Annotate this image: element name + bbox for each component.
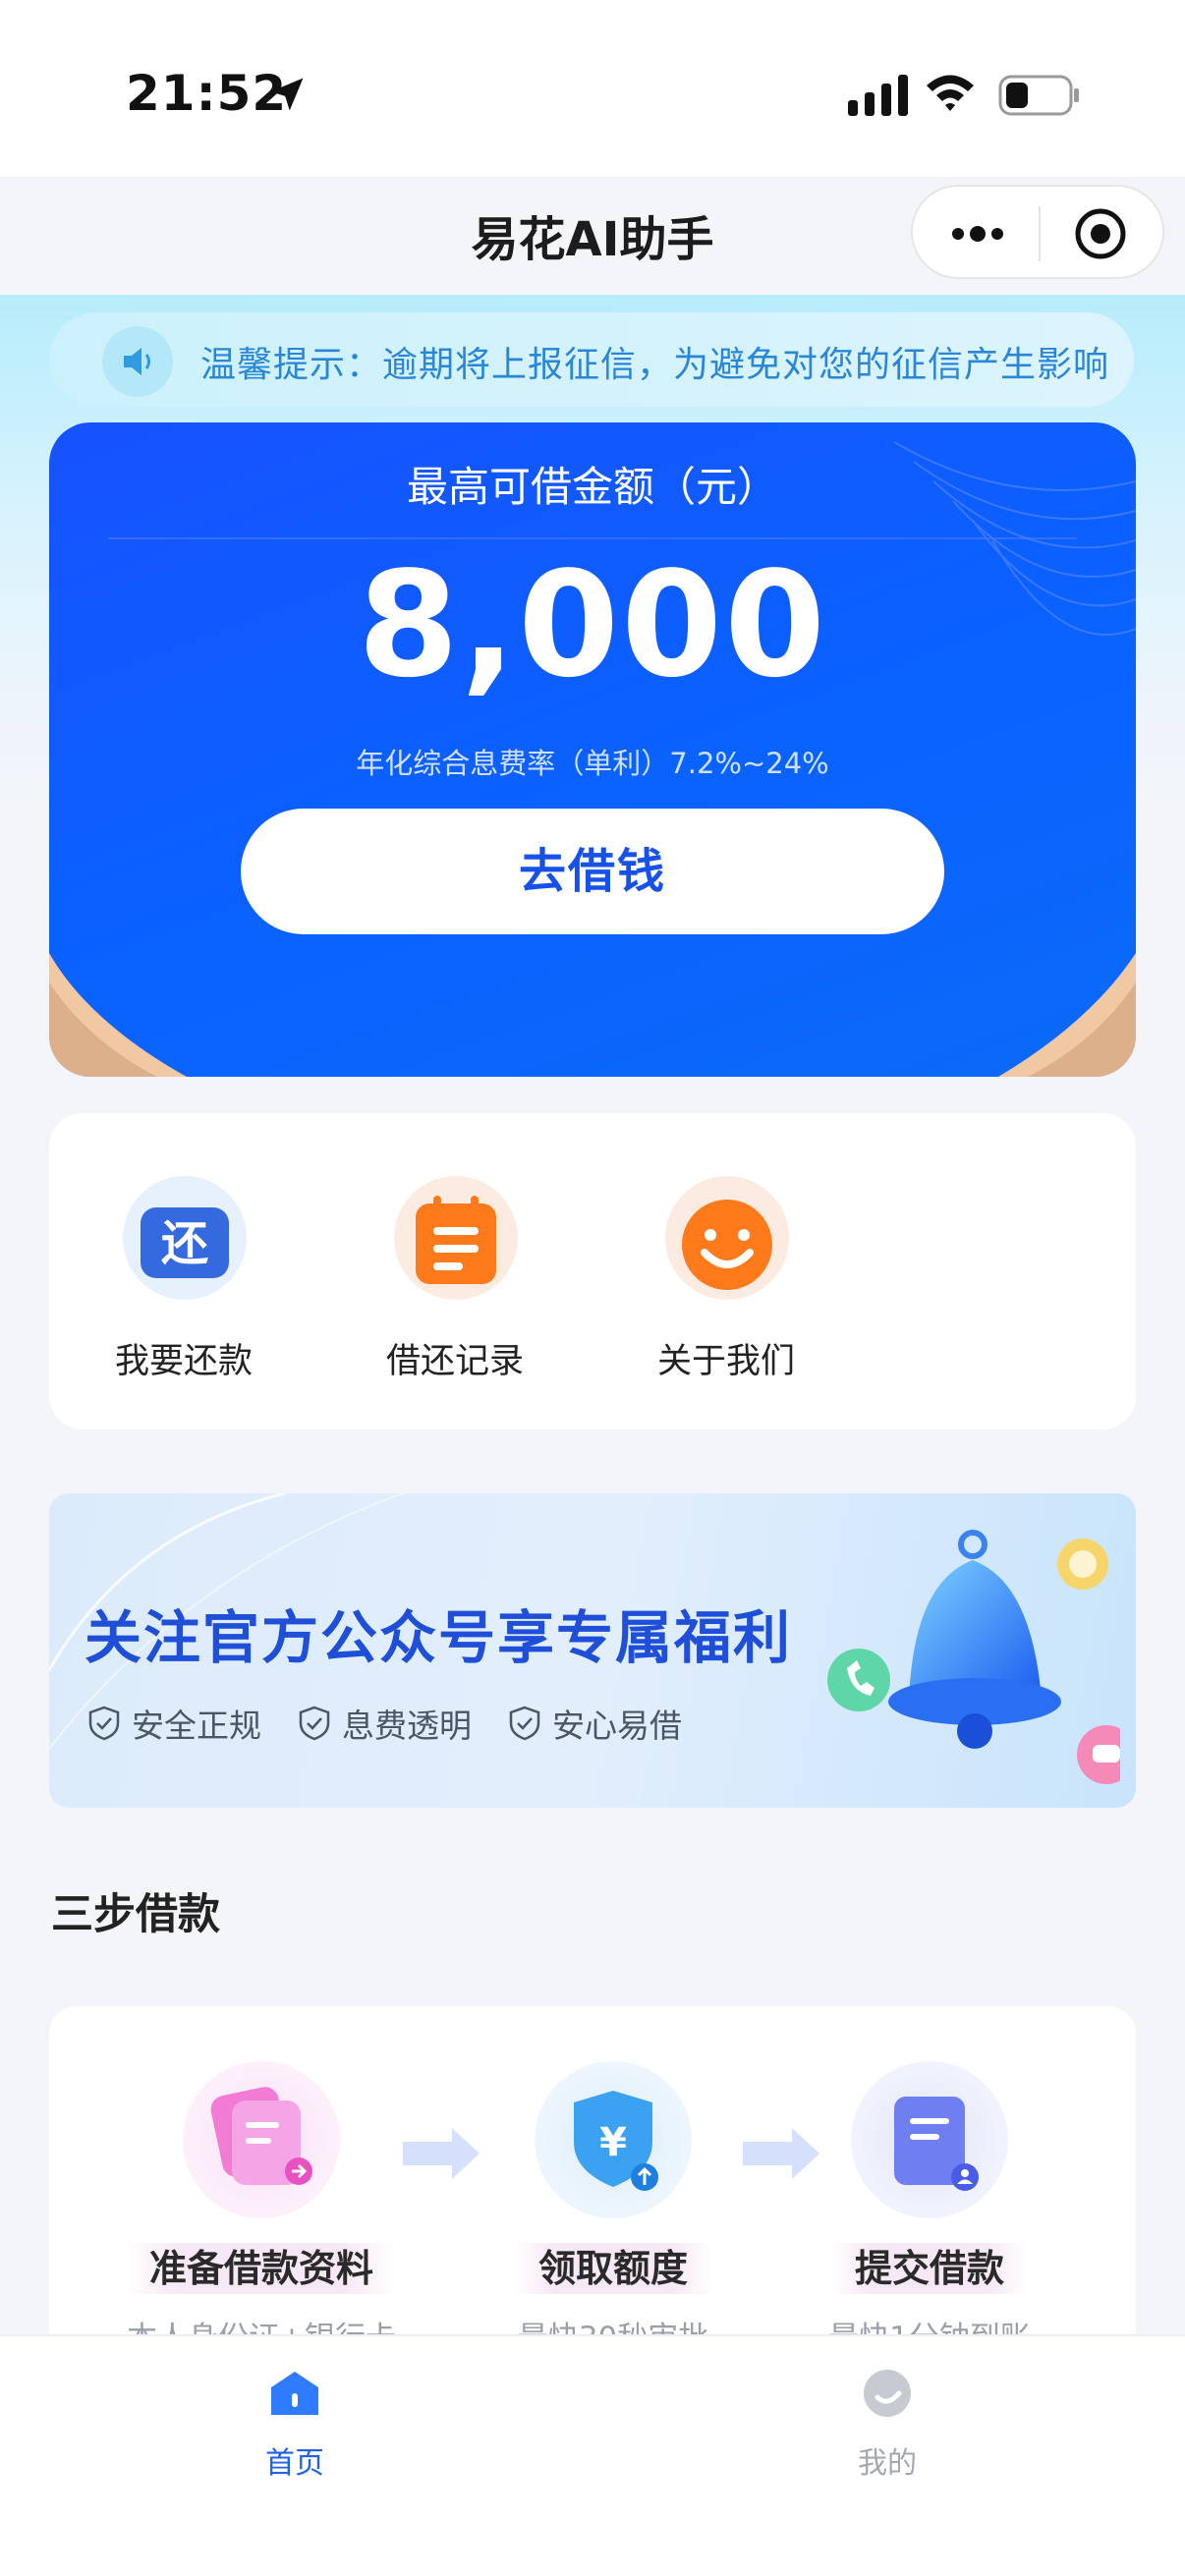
close-miniprogram-icon[interactable] [1073, 206, 1128, 261]
quick-action-about[interactable]: 关于我们 [628, 1176, 824, 1392]
quick-action-label: 我要还款 [114, 1342, 253, 1381]
loan-card: 最高可借金额（元） 8,000 年化综合息费率（单利）7.2%~24% 去借钱 [49, 422, 1136, 1077]
document-icon [183, 2061, 340, 2218]
profile-icon [864, 2370, 911, 2417]
svg-text:¥: ¥ [599, 2120, 627, 2165]
repay-icon: 还 [123, 1176, 247, 1300]
status-bar: 21:52 [0, 0, 1185, 177]
more-icon[interactable] [948, 214, 1007, 253]
banner-title: 关注官方公众号享专属福利 [85, 1604, 793, 1671]
loan-amount: 8,000 [357, 540, 828, 709]
bottom-tab-bar: 首页 我的 [0, 2334, 1185, 2576]
shield-check-icon [88, 1706, 120, 1741]
miniprogram-capsule [911, 185, 1164, 279]
step-label: 领取额度 [466, 2238, 761, 2294]
tab-mine[interactable]: 我的 [740, 2366, 1035, 2493]
bell-icon [827, 1530, 1120, 1784]
home-icon [271, 2372, 318, 2415]
banner-tag-text: 安全正规 [132, 1707, 261, 1745]
shield-check-icon [299, 1706, 330, 1741]
step-label-text: 提交借款 [830, 2243, 1028, 2294]
battery-icon [998, 75, 1079, 116]
quick-action-label: 借还记录 [385, 1342, 524, 1381]
notice-text: 温馨提示：逾期将上报征信，为避免对您的征信产生影响 [200, 345, 1110, 385]
loan-limit-title: 最高可借金额（元） [406, 463, 778, 511]
banner-tag: 息费透明 [295, 1700, 472, 1747]
quick-action-repay[interactable]: 还 我要还款 [85, 1176, 282, 1392]
tab-home[interactable]: 首页 [147, 2366, 442, 2493]
interest-rate-text: 年化综合息费率（单利）7.2%~24% [356, 747, 829, 780]
step-label-text: 领取额度 [514, 2243, 711, 2294]
capsule-divider [1039, 206, 1041, 261]
location-arrow-icon [270, 78, 304, 111]
step-label: 提交借款 [782, 2238, 1077, 2294]
status-time: 21:52 [126, 65, 288, 122]
shield-check-icon [509, 1706, 540, 1741]
quick-action-label: 关于我们 [656, 1342, 795, 1381]
official-account-banner[interactable]: 关注官方公众号享专属福利 安全正规 息费透明 安心易借 [49, 1493, 1136, 1808]
quota-shield-icon: ¥ [535, 2061, 692, 2218]
quick-actions-card: 还 我要还款 借还记录 关于我们 [49, 1113, 1136, 1429]
step-arrow-icon [743, 2128, 819, 2179]
record-icon [394, 1176, 518, 1300]
step-arrow-icon [403, 2128, 480, 2179]
banner-tag: 安全正规 [85, 1700, 261, 1747]
step-label: 准备借款资料 [114, 2238, 409, 2294]
tab-label: 首页 [265, 2446, 324, 2481]
speaker-icon [102, 326, 173, 397]
steps-section-title: 三步借款 [51, 1890, 220, 1939]
borrow-button[interactable]: 去借钱 [241, 809, 944, 934]
banner-tag: 安心易借 [505, 1700, 682, 1747]
notice-bar[interactable]: 温馨提示：逾期将上报征信，为避免对您的征信产生影响 [49, 312, 1134, 407]
step-label-text: 准备借款资料 [125, 2243, 397, 2294]
receipt-icon [851, 2061, 1008, 2218]
cellular-signal-icon [848, 75, 908, 116]
quick-action-records[interactable]: 借还记录 [357, 1176, 553, 1392]
banner-tag-text: 息费透明 [342, 1707, 472, 1745]
smile-icon [665, 1176, 789, 1300]
repay-icon-text: 还 [161, 1216, 208, 1271]
tab-label: 我的 [858, 2446, 917, 2481]
banner-tags: 安全正规 息费透明 安心易借 [85, 1700, 682, 1747]
banner-tag-text: 安心易借 [552, 1707, 682, 1745]
wifi-icon [927, 75, 974, 111]
